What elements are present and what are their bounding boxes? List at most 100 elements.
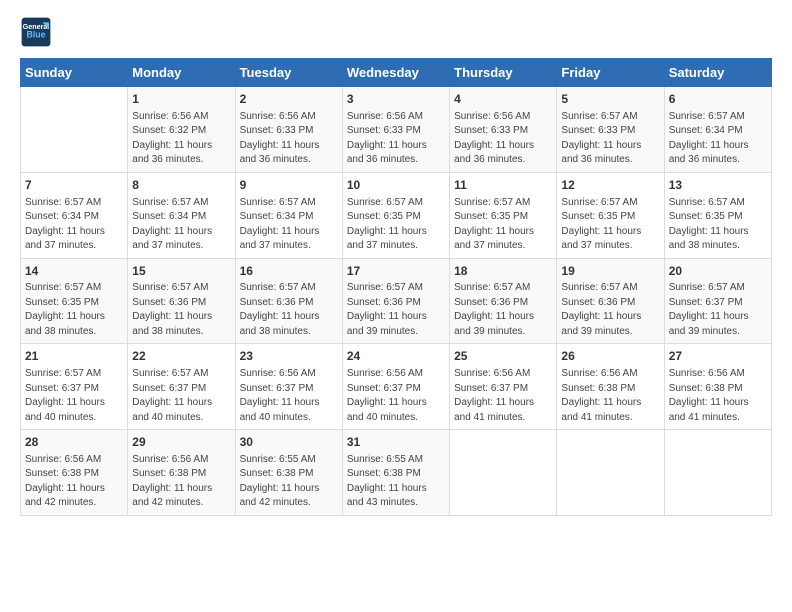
day-number: 27 xyxy=(669,348,767,365)
calendar-cell: 1 Sunrise: 6:56 AM Sunset: 6:32 PM Daylig… xyxy=(128,87,235,173)
day-number: 5 xyxy=(561,91,659,108)
cell-content: Sunrise: 6:55 AM Sunset: 6:38 PM Dayligh… xyxy=(240,453,338,511)
cell-content: Sunrise: 6:56 AM Sunset: 6:33 PM Dayligh… xyxy=(347,110,445,168)
header: General Blue xyxy=(20,16,772,48)
cell-content: Sunrise: 6:57 AM Sunset: 6:37 PM Dayligh… xyxy=(132,367,230,425)
calendar-table: SundayMondayTuesdayWednesdayThursdayFrid… xyxy=(20,58,772,516)
calendar-cell: 30 Sunrise: 6:55 AM Sunset: 6:38 PM Dayli… xyxy=(235,430,342,516)
cell-content: Sunrise: 6:56 AM Sunset: 6:32 PM Dayligh… xyxy=(132,110,230,168)
calendar-cell: 16Sunrise: 6:57 AM Sunset: 6:36 PM Dayli… xyxy=(235,258,342,344)
calendar-cell: 5 Sunrise: 6:57 AM Sunset: 6:33 PM Daylig… xyxy=(557,87,664,173)
cell-content: Sunrise: 6:56 AM Sunset: 6:38 PM Dayligh… xyxy=(132,453,230,511)
calendar-cell: 26 Sunrise: 6:56 AM Sunset: 6:38 PM Dayli… xyxy=(557,344,664,430)
week-row-3: 14Sunrise: 6:57 AM Sunset: 6:35 PM Dayli… xyxy=(21,258,772,344)
calendar-cell: 3Sunrise: 6:56 AM Sunset: 6:33 PM Daylig… xyxy=(342,87,449,173)
calendar-cell: 23 Sunrise: 6:56 AM Sunset: 6:37 PM Dayli… xyxy=(235,344,342,430)
day-number: 18 xyxy=(454,263,552,280)
cell-content: Sunrise: 6:56 AM Sunset: 6:33 PM Dayligh… xyxy=(454,110,552,168)
calendar-cell: 8Sunrise: 6:57 AM Sunset: 6:34 PM Daylig… xyxy=(128,172,235,258)
logo-icon: General Blue xyxy=(20,16,52,48)
calendar-cell: 19Sunrise: 6:57 AM Sunset: 6:36 PM Dayli… xyxy=(557,258,664,344)
calendar-cell: 15Sunrise: 6:57 AM Sunset: 6:36 PM Dayli… xyxy=(128,258,235,344)
calendar-cell: 10 Sunrise: 6:57 AM Sunset: 6:35 PM Dayli… xyxy=(342,172,449,258)
cell-content: Sunrise: 6:56 AM Sunset: 6:33 PM Dayligh… xyxy=(240,110,338,168)
column-header-monday: Monday xyxy=(128,59,235,87)
calendar-cell xyxy=(21,87,128,173)
page: General Blue SundayMondayTuesdayWednesda… xyxy=(0,0,792,526)
calendar-cell: 9Sunrise: 6:57 AM Sunset: 6:34 PM Daylig… xyxy=(235,172,342,258)
day-number: 13 xyxy=(669,177,767,194)
calendar-cell: 6 Sunrise: 6:57 AM Sunset: 6:34 PM Daylig… xyxy=(664,87,771,173)
day-number: 20 xyxy=(669,263,767,280)
day-number: 2 xyxy=(240,91,338,108)
day-number: 1 xyxy=(132,91,230,108)
cell-content: Sunrise: 6:57 AM Sunset: 6:35 PM Dayligh… xyxy=(669,196,767,254)
column-header-sunday: Sunday xyxy=(21,59,128,87)
cell-content: Sunrise: 6:56 AM Sunset: 6:37 PM Dayligh… xyxy=(240,367,338,425)
column-header-thursday: Thursday xyxy=(450,59,557,87)
cell-content: Sunrise: 6:57 AM Sunset: 6:34 PM Dayligh… xyxy=(240,196,338,254)
column-header-saturday: Saturday xyxy=(664,59,771,87)
day-number: 30 xyxy=(240,434,338,451)
cell-content: Sunrise: 6:57 AM Sunset: 6:35 PM Dayligh… xyxy=(561,196,659,254)
day-number: 11 xyxy=(454,177,552,194)
calendar-cell: 11 Sunrise: 6:57 AM Sunset: 6:35 PM Dayli… xyxy=(450,172,557,258)
cell-content: Sunrise: 6:56 AM Sunset: 6:37 PM Dayligh… xyxy=(454,367,552,425)
cell-content: Sunrise: 6:56 AM Sunset: 6:38 PM Dayligh… xyxy=(561,367,659,425)
cell-content: Sunrise: 6:55 AM Sunset: 6:38 PM Dayligh… xyxy=(347,453,445,511)
day-number: 19 xyxy=(561,263,659,280)
calendar-cell: 22 Sunrise: 6:57 AM Sunset: 6:37 PM Dayli… xyxy=(128,344,235,430)
calendar-cell: 2 Sunrise: 6:56 AM Sunset: 6:33 PM Daylig… xyxy=(235,87,342,173)
calendar-cell: 18Sunrise: 6:57 AM Sunset: 6:36 PM Dayli… xyxy=(450,258,557,344)
cell-content: Sunrise: 6:57 AM Sunset: 6:33 PM Dayligh… xyxy=(561,110,659,168)
cell-content: Sunrise: 6:57 AM Sunset: 6:35 PM Dayligh… xyxy=(454,196,552,254)
cell-content: Sunrise: 6:57 AM Sunset: 6:34 PM Dayligh… xyxy=(669,110,767,168)
calendar-cell xyxy=(557,430,664,516)
day-number: 22 xyxy=(132,348,230,365)
cell-content: Sunrise: 6:57 AM Sunset: 6:37 PM Dayligh… xyxy=(669,281,767,339)
cell-content: Sunrise: 6:57 AM Sunset: 6:37 PM Dayligh… xyxy=(25,367,123,425)
calendar-cell: 12 Sunrise: 6:57 AM Sunset: 6:35 PM Dayli… xyxy=(557,172,664,258)
cell-content: Sunrise: 6:57 AM Sunset: 6:36 PM Dayligh… xyxy=(561,281,659,339)
day-number: 6 xyxy=(669,91,767,108)
day-number: 31 xyxy=(347,434,445,451)
week-row-1: 1 Sunrise: 6:56 AM Sunset: 6:32 PM Daylig… xyxy=(21,87,772,173)
calendar-cell: 20Sunrise: 6:57 AM Sunset: 6:37 PM Dayli… xyxy=(664,258,771,344)
cell-content: Sunrise: 6:57 AM Sunset: 6:34 PM Dayligh… xyxy=(25,196,123,254)
calendar-cell: 29 Sunrise: 6:56 AM Sunset: 6:38 PM Dayli… xyxy=(128,430,235,516)
day-number: 29 xyxy=(132,434,230,451)
calendar-cell: 4 Sunrise: 6:56 AM Sunset: 6:33 PM Daylig… xyxy=(450,87,557,173)
column-header-tuesday: Tuesday xyxy=(235,59,342,87)
week-row-4: 21 Sunrise: 6:57 AM Sunset: 6:37 PM Dayli… xyxy=(21,344,772,430)
day-number: 10 xyxy=(347,177,445,194)
calendar-cell: 27 Sunrise: 6:56 AM Sunset: 6:38 PM Dayli… xyxy=(664,344,771,430)
cell-content: Sunrise: 6:57 AM Sunset: 6:35 PM Dayligh… xyxy=(347,196,445,254)
week-row-5: 28 Sunrise: 6:56 AM Sunset: 6:38 PM Dayli… xyxy=(21,430,772,516)
day-number: 23 xyxy=(240,348,338,365)
day-number: 17 xyxy=(347,263,445,280)
header-row: SundayMondayTuesdayWednesdayThursdayFrid… xyxy=(21,59,772,87)
cell-content: Sunrise: 6:57 AM Sunset: 6:35 PM Dayligh… xyxy=(25,281,123,339)
cell-content: Sunrise: 6:56 AM Sunset: 6:38 PM Dayligh… xyxy=(669,367,767,425)
week-row-2: 7Sunrise: 6:57 AM Sunset: 6:34 PM Daylig… xyxy=(21,172,772,258)
day-number: 21 xyxy=(25,348,123,365)
cell-content: Sunrise: 6:57 AM Sunset: 6:36 PM Dayligh… xyxy=(240,281,338,339)
day-number: 26 xyxy=(561,348,659,365)
day-number: 12 xyxy=(561,177,659,194)
calendar-cell: 28 Sunrise: 6:56 AM Sunset: 6:38 PM Dayli… xyxy=(21,430,128,516)
logo: General Blue xyxy=(20,16,52,48)
column-header-wednesday: Wednesday xyxy=(342,59,449,87)
cell-content: Sunrise: 6:56 AM Sunset: 6:37 PM Dayligh… xyxy=(347,367,445,425)
cell-content: Sunrise: 6:56 AM Sunset: 6:38 PM Dayligh… xyxy=(25,453,123,511)
day-number: 8 xyxy=(132,177,230,194)
day-number: 16 xyxy=(240,263,338,280)
column-header-friday: Friday xyxy=(557,59,664,87)
calendar-cell: 17Sunrise: 6:57 AM Sunset: 6:36 PM Dayli… xyxy=(342,258,449,344)
day-number: 28 xyxy=(25,434,123,451)
calendar-cell xyxy=(450,430,557,516)
day-number: 4 xyxy=(454,91,552,108)
cell-content: Sunrise: 6:57 AM Sunset: 6:36 PM Dayligh… xyxy=(132,281,230,339)
day-number: 24 xyxy=(347,348,445,365)
calendar-cell: 14Sunrise: 6:57 AM Sunset: 6:35 PM Dayli… xyxy=(21,258,128,344)
calendar-cell: 7Sunrise: 6:57 AM Sunset: 6:34 PM Daylig… xyxy=(21,172,128,258)
